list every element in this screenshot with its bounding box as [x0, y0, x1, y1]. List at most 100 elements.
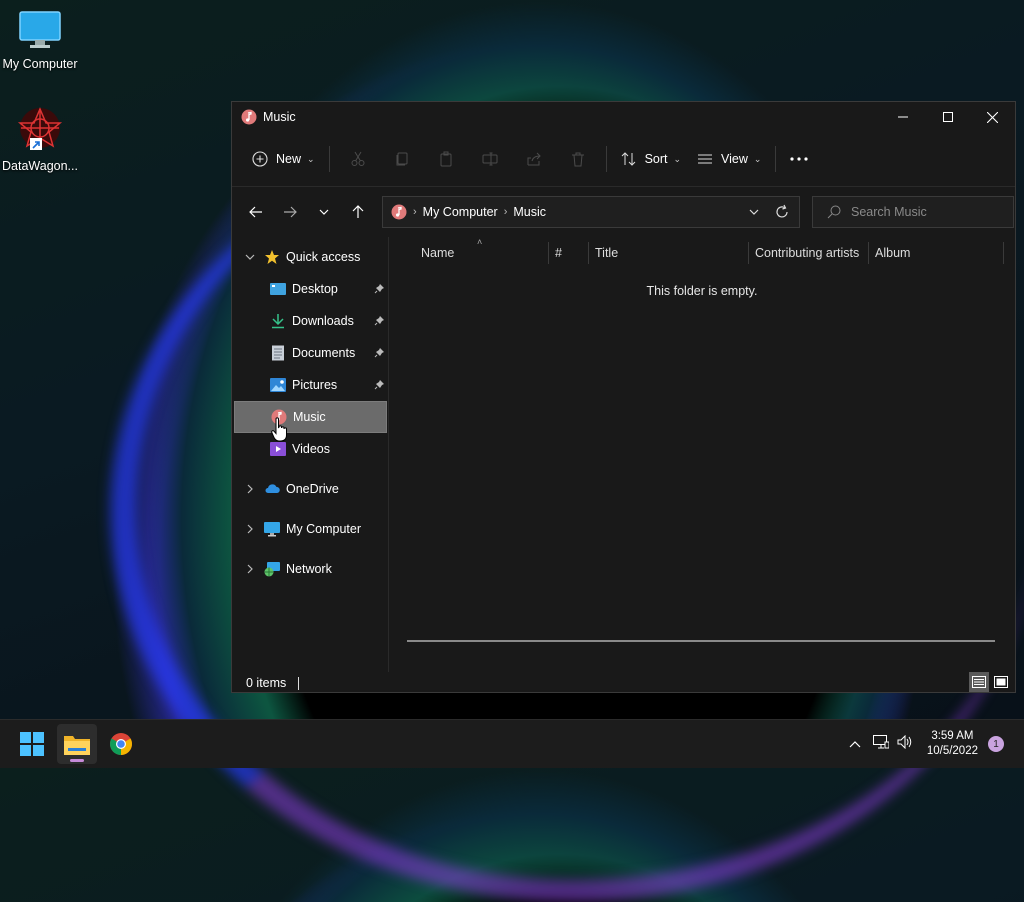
rename-button[interactable] [468, 143, 512, 175]
clipboard-icon [440, 151, 452, 167]
refresh-button[interactable] [775, 204, 789, 223]
start-button[interactable] [12, 724, 52, 764]
column-header-name[interactable]: Name [389, 242, 549, 264]
desktop-icon-my-computer[interactable]: My Computer [0, 10, 80, 71]
column-header-album[interactable]: Album [869, 242, 1004, 264]
chevron-right-icon[interactable] [242, 484, 258, 494]
sort-up-icon: ˄ [477, 237, 483, 247]
tiles-view-button[interactable] [991, 672, 1011, 692]
details-view-icon [972, 676, 986, 688]
delete-button[interactable] [556, 143, 600, 175]
address-bar[interactable]: › My Computer › Music [382, 196, 800, 228]
clock[interactable]: 3:59 AM 10/5/2022 [927, 729, 978, 759]
nav-label: My Computer [286, 522, 362, 536]
arrow-left-icon [249, 206, 262, 218]
nav-item-music[interactable]: Music [234, 401, 387, 433]
desktop-icon-label: DataWagon... [2, 159, 78, 173]
navigation-pane: Quick access Desktop Downloads Documents… [232, 237, 389, 672]
download-arrow-icon [270, 313, 286, 329]
document-icon [270, 345, 286, 361]
column-header-number[interactable]: # [549, 242, 589, 264]
search-box[interactable]: Search Music [812, 196, 1014, 228]
cloud-icon [264, 481, 280, 497]
arrow-up-icon [352, 205, 364, 218]
desktop-icon-datawagon[interactable]: DataWagon... [0, 106, 80, 173]
file-explorer-icon [64, 736, 90, 755]
monitor-icon [264, 521, 280, 537]
nav-item-downloads[interactable]: Downloads [234, 305, 387, 337]
desktop-folder-icon [270, 281, 286, 297]
more-options-button[interactable] [782, 143, 816, 175]
nav-item-documents[interactable]: Documents [234, 337, 387, 369]
nav-item-desktop[interactable]: Desktop [234, 273, 387, 305]
up-button[interactable] [342, 196, 374, 228]
back-button[interactable] [240, 196, 272, 228]
chevron-down-icon [319, 209, 329, 215]
view-button[interactable]: View ⌄ [689, 143, 769, 175]
nav-label: Desktop [292, 282, 338, 296]
nav-item-pictures[interactable]: Pictures [234, 369, 387, 401]
volume-icon [897, 734, 912, 749]
minimize-button[interactable] [880, 102, 925, 132]
nav-label: Documents [292, 346, 356, 360]
refresh-icon [776, 204, 788, 218]
details-view-button[interactable] [969, 672, 989, 692]
column-header-title[interactable]: Title [589, 242, 749, 264]
chevron-up-icon [849, 741, 861, 748]
breadcrumb-music[interactable]: Music [513, 205, 546, 219]
trash-icon [571, 152, 584, 167]
close-button[interactable] [970, 102, 1015, 132]
volume-button[interactable] [897, 734, 913, 754]
show-hidden-icons-button[interactable] [849, 735, 861, 753]
item-count: 0 items [246, 676, 287, 690]
chevron-right-icon[interactable] [242, 524, 258, 534]
chevron-down-icon: ⌄ [673, 153, 682, 164]
paste-button[interactable] [424, 143, 468, 175]
tiles-view-icon [994, 676, 1008, 688]
chevron-down-icon: ⌄ [753, 153, 762, 164]
pin-icon [374, 283, 385, 297]
share-button[interactable] [512, 143, 556, 175]
network-status-icon [872, 734, 890, 748]
pin-icon [374, 315, 385, 329]
nav-onedrive[interactable]: OneDrive [234, 473, 387, 505]
empty-folder-message: This folder is empty. [646, 284, 758, 298]
status-divider [298, 676, 300, 690]
taskbar-file-explorer[interactable] [57, 724, 97, 764]
chevron-down-icon[interactable] [242, 254, 258, 260]
maximize-icon [942, 112, 953, 122]
horizontal-scrollbar[interactable] [407, 640, 995, 642]
chevron-right-icon[interactable] [242, 564, 258, 574]
recent-locations-button[interactable] [308, 196, 340, 228]
network-status-button[interactable] [872, 734, 890, 754]
pictures-icon [270, 377, 286, 393]
nav-my-computer[interactable]: My Computer [234, 513, 387, 545]
status-bar: 0 items [232, 672, 1015, 694]
maximize-button[interactable] [925, 102, 970, 132]
nav-network[interactable]: Network [234, 553, 387, 585]
minimize-icon [897, 116, 908, 118]
navigation-row: › My Computer › Music Search Music [232, 187, 1015, 237]
address-dropdown-button[interactable] [749, 205, 759, 222]
nav-label: Network [286, 562, 332, 576]
nav-quick-access[interactable]: Quick access [234, 241, 387, 273]
cut-button[interactable] [336, 143, 380, 175]
notification-badge[interactable]: 1 [988, 736, 1004, 752]
breadcrumb-my-computer[interactable]: My Computer [423, 205, 498, 219]
clock-time: 3:59 AM [931, 730, 974, 742]
nav-item-videos[interactable]: Videos [234, 433, 387, 465]
new-button[interactable]: New ⌄ [244, 143, 323, 175]
close-icon [987, 111, 998, 123]
monitor-icon [19, 11, 61, 48]
copy-button[interactable] [380, 143, 424, 175]
taskbar-chrome[interactable] [101, 724, 141, 764]
copy-icon [396, 152, 408, 166]
forward-button[interactable] [274, 196, 306, 228]
divider [328, 146, 330, 172]
sort-button[interactable]: Sort ⌄ [613, 143, 689, 175]
network-icon [264, 561, 280, 577]
desktop-icon-label: My Computer [2, 57, 78, 71]
column-header-contributing-artists[interactable]: Contributing artists [749, 242, 869, 264]
nav-label: Videos [292, 442, 330, 456]
title-bar[interactable]: Music [232, 102, 1015, 132]
